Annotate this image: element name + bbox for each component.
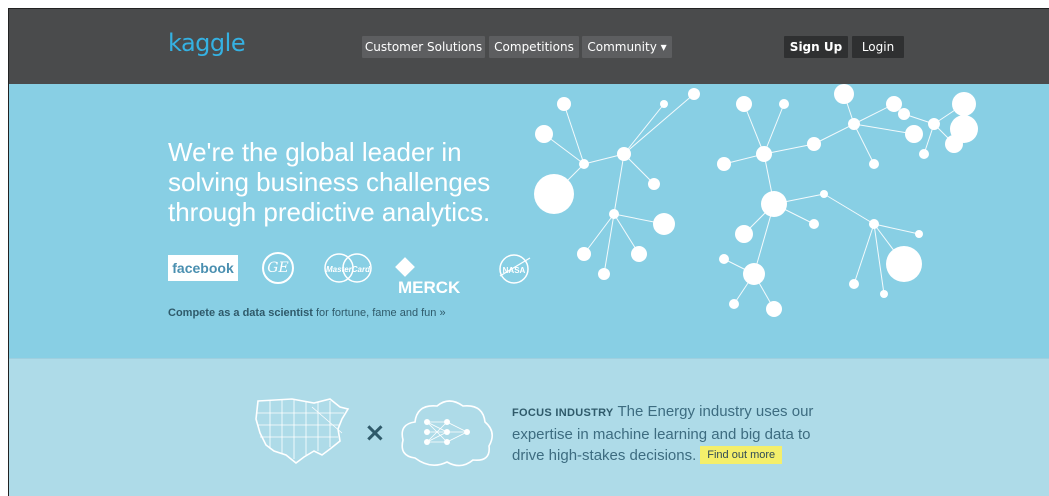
svg-text:MasterCard: MasterCard (326, 265, 371, 274)
merck-logo: MERCK (395, 257, 460, 297)
nav-community[interactable]: Community ▾ (582, 36, 672, 58)
compete-link[interactable]: Compete as a data scientist for fortune,… (168, 307, 446, 319)
multiply-icon: × (364, 418, 386, 448)
find-out-more-button[interactable]: Find out more (700, 446, 783, 464)
focus-kicker: FOCUS INDUSTRY (512, 407, 614, 419)
login-button[interactable]: Login (852, 36, 904, 58)
compete-bold-text: Compete as a data scientist (168, 307, 313, 319)
nasa-logo: NASA (499, 254, 531, 284)
section-divider (9, 358, 1049, 359)
hero-headline: We're the global leader in solving busin… (168, 137, 490, 227)
top-navigation-bar: kaggle Customer Solutions Competitions C… (9, 9, 1049, 84)
sign-up-button[interactable]: Sign Up (784, 36, 848, 58)
headline-line-1: We're the global leader in (168, 137, 462, 167)
ge-logo: GE (262, 252, 294, 284)
neural-cloud-icon (401, 400, 493, 467)
us-map-icon (255, 398, 350, 465)
kaggle-logo[interactable]: kaggle (168, 29, 246, 57)
nav-customer-solutions[interactable]: Customer Solutions (362, 36, 485, 58)
mastercard-logo: MasterCard (324, 253, 372, 283)
network-illustration (534, 84, 978, 317)
headline-line-2: solving business challenges (168, 167, 491, 197)
headline-line-3: through predictive analytics. (168, 197, 491, 227)
facebook-logo: facebook (168, 255, 238, 281)
nav-competitions[interactable]: Competitions (489, 36, 579, 58)
page-frame: kaggle Customer Solutions Competitions C… (8, 8, 1049, 496)
compete-rest-text: for fortune, fame and fun » (312, 307, 446, 319)
merck-emblem-icon (395, 257, 415, 277)
focus-industry-text: FOCUS INDUSTRY The Energy industry uses … (512, 401, 832, 466)
